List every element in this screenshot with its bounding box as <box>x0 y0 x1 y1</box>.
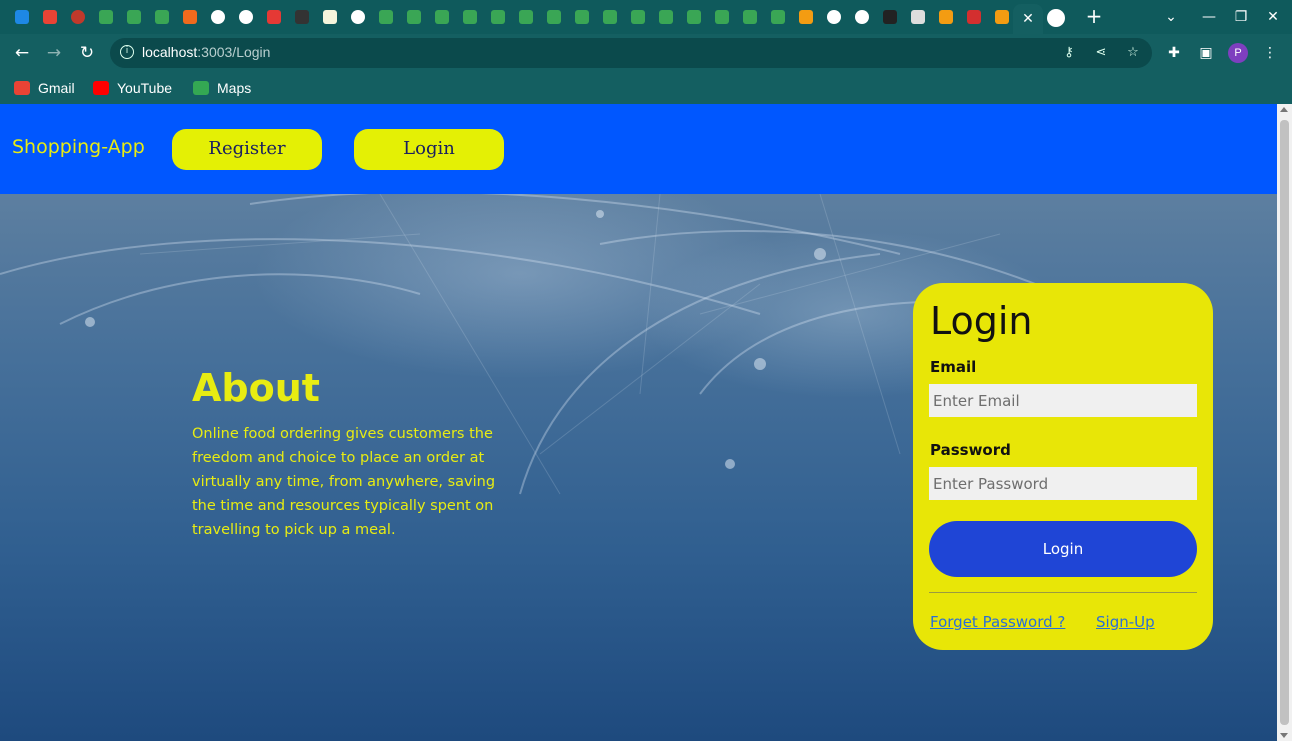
minimize-icon[interactable]: — <box>1198 6 1220 28</box>
forward-icon[interactable]: → <box>43 42 65 64</box>
menu-icon[interactable]: ⋮ <box>1260 43 1280 63</box>
tab-favicon[interactable] <box>8 6 36 28</box>
forgot-password-link[interactable]: Forget Password ? <box>930 613 1065 631</box>
close-window-icon[interactable]: ✕ <box>1262 6 1284 28</box>
login-card: Login Email Password Login Forget Passwo… <box>913 283 1213 650</box>
email-field[interactable] <box>929 384 1197 417</box>
site-info-icon[interactable]: i <box>120 45 134 59</box>
maps-icon <box>193 81 209 95</box>
tab-favicon[interactable] <box>148 6 176 28</box>
email-label: Email <box>930 358 977 376</box>
tab-favicon[interactable] <box>316 6 344 28</box>
tab-favicon[interactable] <box>792 6 820 28</box>
tab-favicon[interactable] <box>260 6 288 28</box>
tab-favicon[interactable] <box>568 6 596 28</box>
bookmark-label: Maps <box>217 80 252 96</box>
browser-toolbar: ← → ↻ i localhost:3003/Login ⚷ ⋖ ☆ ✚ ▣ P… <box>0 34 1292 72</box>
tab-favicon[interactable] <box>288 6 316 28</box>
tab-favicon[interactable] <box>652 6 680 28</box>
tab-favicon[interactable] <box>456 6 484 28</box>
hero-section: About Online food ordering gives custome… <box>0 194 1277 741</box>
tab-favicon[interactable] <box>120 6 148 28</box>
page-viewport: Shopping-App Register Login About Online… <box>0 104 1277 741</box>
divider <box>929 592 1197 593</box>
password-field[interactable] <box>929 467 1197 500</box>
tab-favicon[interactable] <box>708 6 736 28</box>
brand-title[interactable]: Shopping-App <box>12 136 145 158</box>
gmail-icon <box>14 81 30 95</box>
bookmark-label: YouTube <box>117 80 173 96</box>
browser-tab-strip: ✕ + ⌄ — ❐ ✕ <box>0 0 1292 34</box>
bookmark-youtube[interactable]: YouTube <box>93 78 172 98</box>
tab-favicon[interactable] <box>904 6 932 28</box>
tab-favicon[interactable] <box>512 6 540 28</box>
youtube-icon <box>93 81 109 95</box>
tab-favicon[interactable] <box>624 6 652 28</box>
login-heading: Login <box>930 299 1033 343</box>
side-panel-icon[interactable]: ▣ <box>1196 43 1216 63</box>
google-tab-icon[interactable] <box>1047 9 1065 27</box>
login-nav-button[interactable]: Login <box>354 129 504 170</box>
tab-favicon[interactable] <box>204 6 232 28</box>
password-label: Password <box>930 441 1011 459</box>
tab-favicon[interactable] <box>988 6 1016 28</box>
signup-link[interactable]: Sign-Up <box>1096 613 1155 631</box>
tab-favicon[interactable] <box>596 6 624 28</box>
bookmark-gmail[interactable]: Gmail <box>14 78 75 98</box>
login-submit-button[interactable]: Login <box>929 521 1197 577</box>
reload-icon[interactable]: ↻ <box>76 42 98 64</box>
tab-favicon[interactable] <box>680 6 708 28</box>
url-path: :3003/Login <box>197 44 271 60</box>
tab-favicon[interactable] <box>540 6 568 28</box>
tab-search-icon[interactable]: ⌄ <box>1160 6 1182 28</box>
tab-favicon[interactable] <box>176 6 204 28</box>
tab-favicon[interactable] <box>400 6 428 28</box>
bookmark-star-icon[interactable]: ☆ <box>1124 44 1142 62</box>
restore-icon[interactable]: ❐ <box>1230 6 1252 28</box>
new-tab-button[interactable]: + <box>1083 5 1105 29</box>
scrollbar-thumb[interactable] <box>1280 120 1289 725</box>
page-scrollbar[interactable] <box>1277 104 1292 741</box>
key-icon[interactable]: ⚷ <box>1060 44 1078 62</box>
register-button[interactable]: Register <box>172 129 322 170</box>
tab-favicon[interactable] <box>848 6 876 28</box>
active-tab-close-icon[interactable]: ✕ <box>1013 4 1043 34</box>
url-text[interactable]: localhost:3003/Login <box>142 44 270 60</box>
tab-favicon[interactable] <box>428 6 456 28</box>
tab-favicon[interactable] <box>876 6 904 28</box>
tab-favicons[interactable] <box>8 6 1016 28</box>
about-description: Online food ordering gives customers the… <box>192 426 496 538</box>
profile-avatar[interactable]: P <box>1228 43 1248 63</box>
tab-favicon[interactable] <box>764 6 792 28</box>
share-icon[interactable]: ⋖ <box>1092 44 1110 62</box>
tab-favicon[interactable] <box>232 6 260 28</box>
bookmarks-bar: Gmail YouTube Maps <box>0 72 1292 104</box>
scroll-up-icon[interactable] <box>1280 107 1288 112</box>
tab-favicon[interactable] <box>36 6 64 28</box>
bookmark-maps[interactable]: Maps <box>193 78 251 98</box>
app-navbar: Shopping-App Register Login <box>0 104 1277 194</box>
tab-favicon[interactable] <box>484 6 512 28</box>
tab-favicon[interactable] <box>372 6 400 28</box>
tab-favicon[interactable] <box>960 6 988 28</box>
tab-favicon[interactable] <box>64 6 92 28</box>
tab-favicon[interactable] <box>92 6 120 28</box>
url-host: localhost <box>142 44 198 60</box>
tab-favicon[interactable] <box>820 6 848 28</box>
tab-favicon[interactable] <box>932 6 960 28</box>
address-bar[interactable]: i localhost:3003/Login ⚷ ⋖ ☆ <box>110 38 1152 68</box>
back-icon[interactable]: ← <box>11 42 33 64</box>
extensions-icon[interactable]: ✚ <box>1164 43 1184 63</box>
tab-favicon[interactable] <box>344 6 372 28</box>
tab-favicon[interactable] <box>736 6 764 28</box>
bookmark-label: Gmail <box>38 80 75 96</box>
scroll-down-icon[interactable] <box>1280 733 1288 738</box>
about-heading: About <box>192 366 320 410</box>
